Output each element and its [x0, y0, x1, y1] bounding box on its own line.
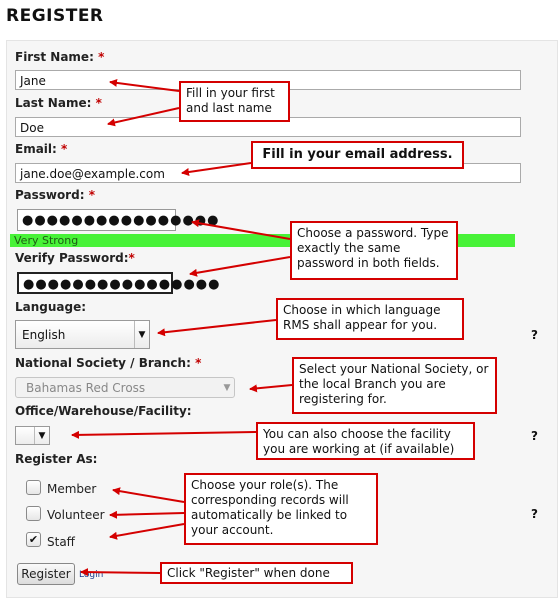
annotation-name: Fill in your first and last name [179, 81, 290, 122]
annotation-facility: You can also choose the facility you are… [256, 422, 475, 460]
annotation-society: Select your National Society, or the loc… [292, 357, 497, 414]
annotation-roles: Choose your role(s). The corresponding r… [184, 473, 378, 545]
annotation-language: Choose in which language RMS shall appea… [276, 298, 464, 340]
annotation-register: Click "Register" when done [160, 562, 353, 584]
annotation-email: Fill in your email address. [251, 141, 464, 169]
annotation-password: Choose a password. Type exactly the same… [290, 221, 458, 280]
